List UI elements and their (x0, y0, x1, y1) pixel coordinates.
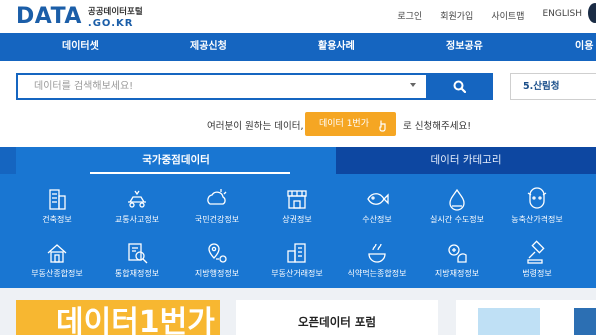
request-intro-text: 여러분이 원하는 데이터, (207, 121, 304, 132)
logo-main-text: DATA (16, 4, 82, 29)
search-box (16, 73, 428, 100)
location-pin-icon (208, 243, 227, 263)
tab-band-left (0, 147, 16, 174)
real-estate-trade-icon (287, 243, 306, 263)
data-request-button[interactable]: 데이터 1번가 (305, 112, 396, 136)
tab-national-key-data[interactable]: 국가중점데이터 (16, 147, 336, 174)
open-data-forum-title: 오픈데이터 포럼 (297, 315, 377, 329)
food-drug-icon (368, 243, 386, 263)
sitemap-link[interactable]: 사이트맵 (491, 9, 524, 22)
top-menu-icon[interactable] (588, 3, 596, 23)
pointer-hand-icon (379, 120, 386, 132)
category-label: 교통사고정보 (114, 215, 160, 224)
water-drop-icon (449, 188, 465, 211)
logo-sub-english: .GO.KR (87, 18, 134, 29)
search-icon (453, 80, 466, 93)
category-item[interactable]: 건축정보 (17, 186, 97, 225)
nav-use-cases[interactable]: 활용사례 (318, 33, 355, 61)
tab-data-category[interactable]: 데이터 카테고리 (336, 147, 596, 174)
category-item[interactable]: 실시간 수도정보 (417, 186, 497, 225)
popular-rank-ticker[interactable]: 5.산림청 (510, 73, 596, 100)
promo-illustration-secondary (574, 308, 596, 335)
category-item[interactable]: 지방재정정보 (417, 240, 497, 279)
category-label: 농축산가격정보 (511, 215, 563, 224)
category-item[interactable]: 부동산종합정보 (17, 240, 97, 279)
category-item[interactable]: 교통사고정보 (97, 186, 177, 225)
category-item[interactable]: 농축산가격정보 (497, 186, 577, 225)
category-label: 지방행정정보 (194, 269, 240, 278)
nav-usage[interactable]: 이용 (575, 33, 593, 61)
traffic-accident-icon (128, 190, 146, 208)
category-item[interactable]: 법령정보 (497, 240, 577, 279)
promo-illustration (478, 308, 540, 335)
fish-icon (367, 193, 389, 205)
category-label: 국민건강정보 (194, 215, 240, 224)
category-label: 통합재정정보 (114, 269, 160, 278)
health-weather-icon (207, 189, 227, 205)
category-item[interactable]: 국민건강정보 (177, 186, 257, 225)
category-label: 수산정보 (362, 215, 392, 224)
category-panel: 건축정보 교통사고정보 국민건강정보 상권정보 수산정보 실시간 수도정보 농축… (0, 174, 596, 288)
house-icon (47, 244, 67, 263)
category-label: 실시간 수도정보 (429, 215, 485, 224)
english-link[interactable]: ENGLISH (542, 9, 582, 22)
category-item[interactable]: 지방행정정보 (177, 240, 257, 279)
data-request-promo-banner[interactable]: 데이터1번가 (16, 300, 220, 335)
building-icon (49, 189, 66, 210)
signup-link[interactable]: 회원가입 (440, 9, 473, 22)
livestock-icon (527, 187, 547, 209)
store-icon (287, 190, 307, 209)
category-label: 부동산종합정보 (31, 269, 83, 278)
category-label: 상권정보 (282, 215, 312, 224)
nav-info-share[interactable]: 정보공유 (446, 33, 483, 61)
category-label: 건축정보 (42, 215, 72, 224)
top-utility-links: 로그인 회원가입 사이트맵 ENGLISH (397, 9, 582, 22)
category-label: 지방재정정보 (434, 269, 480, 278)
category-item[interactable]: 통합재정정보 (97, 240, 177, 279)
law-gavel-icon (527, 240, 545, 264)
site-logo[interactable]: DATA 공공데이터포털 .GO.KR (16, 4, 143, 30)
search-button[interactable] (426, 73, 493, 100)
search-dropdown-icon[interactable] (410, 83, 416, 87)
promo-banner-title: 데이터1번가 (56, 305, 215, 335)
category-item[interactable]: 식약먹는종합정보 (337, 240, 417, 279)
category-label: 부동산거래정보 (271, 269, 323, 278)
login-link[interactable]: 로그인 (397, 9, 422, 22)
data-request-button-label: 데이터 1번가 (319, 119, 369, 129)
search-input[interactable] (18, 75, 408, 98)
category-item[interactable]: 수산정보 (337, 186, 417, 225)
finance-search-icon (128, 243, 148, 264)
nav-dataset[interactable]: 데이터셋 (62, 33, 99, 61)
category-label: 식약먹는종합정보 (347, 269, 407, 278)
main-nav: 데이터셋 제공신청 활용사례 정보공유 이용 (0, 33, 596, 61)
category-item[interactable]: 상권정보 (257, 186, 337, 225)
category-label: 법령정보 (522, 269, 552, 278)
logo-sub: 공공데이터포털 .GO.KR (88, 7, 143, 29)
local-finance-icon (448, 244, 467, 263)
nav-request[interactable]: 제공신청 (190, 33, 227, 61)
logo-sub-korean: 공공데이터포털 (87, 7, 143, 17)
category-item[interactable]: 부동산거래정보 (257, 240, 337, 279)
promo-card[interactable] (456, 300, 596, 335)
request-outro-text: 로 신청해주세요! (403, 121, 472, 132)
open-data-forum-card[interactable]: 오픈데이터 포럼 (236, 300, 438, 335)
